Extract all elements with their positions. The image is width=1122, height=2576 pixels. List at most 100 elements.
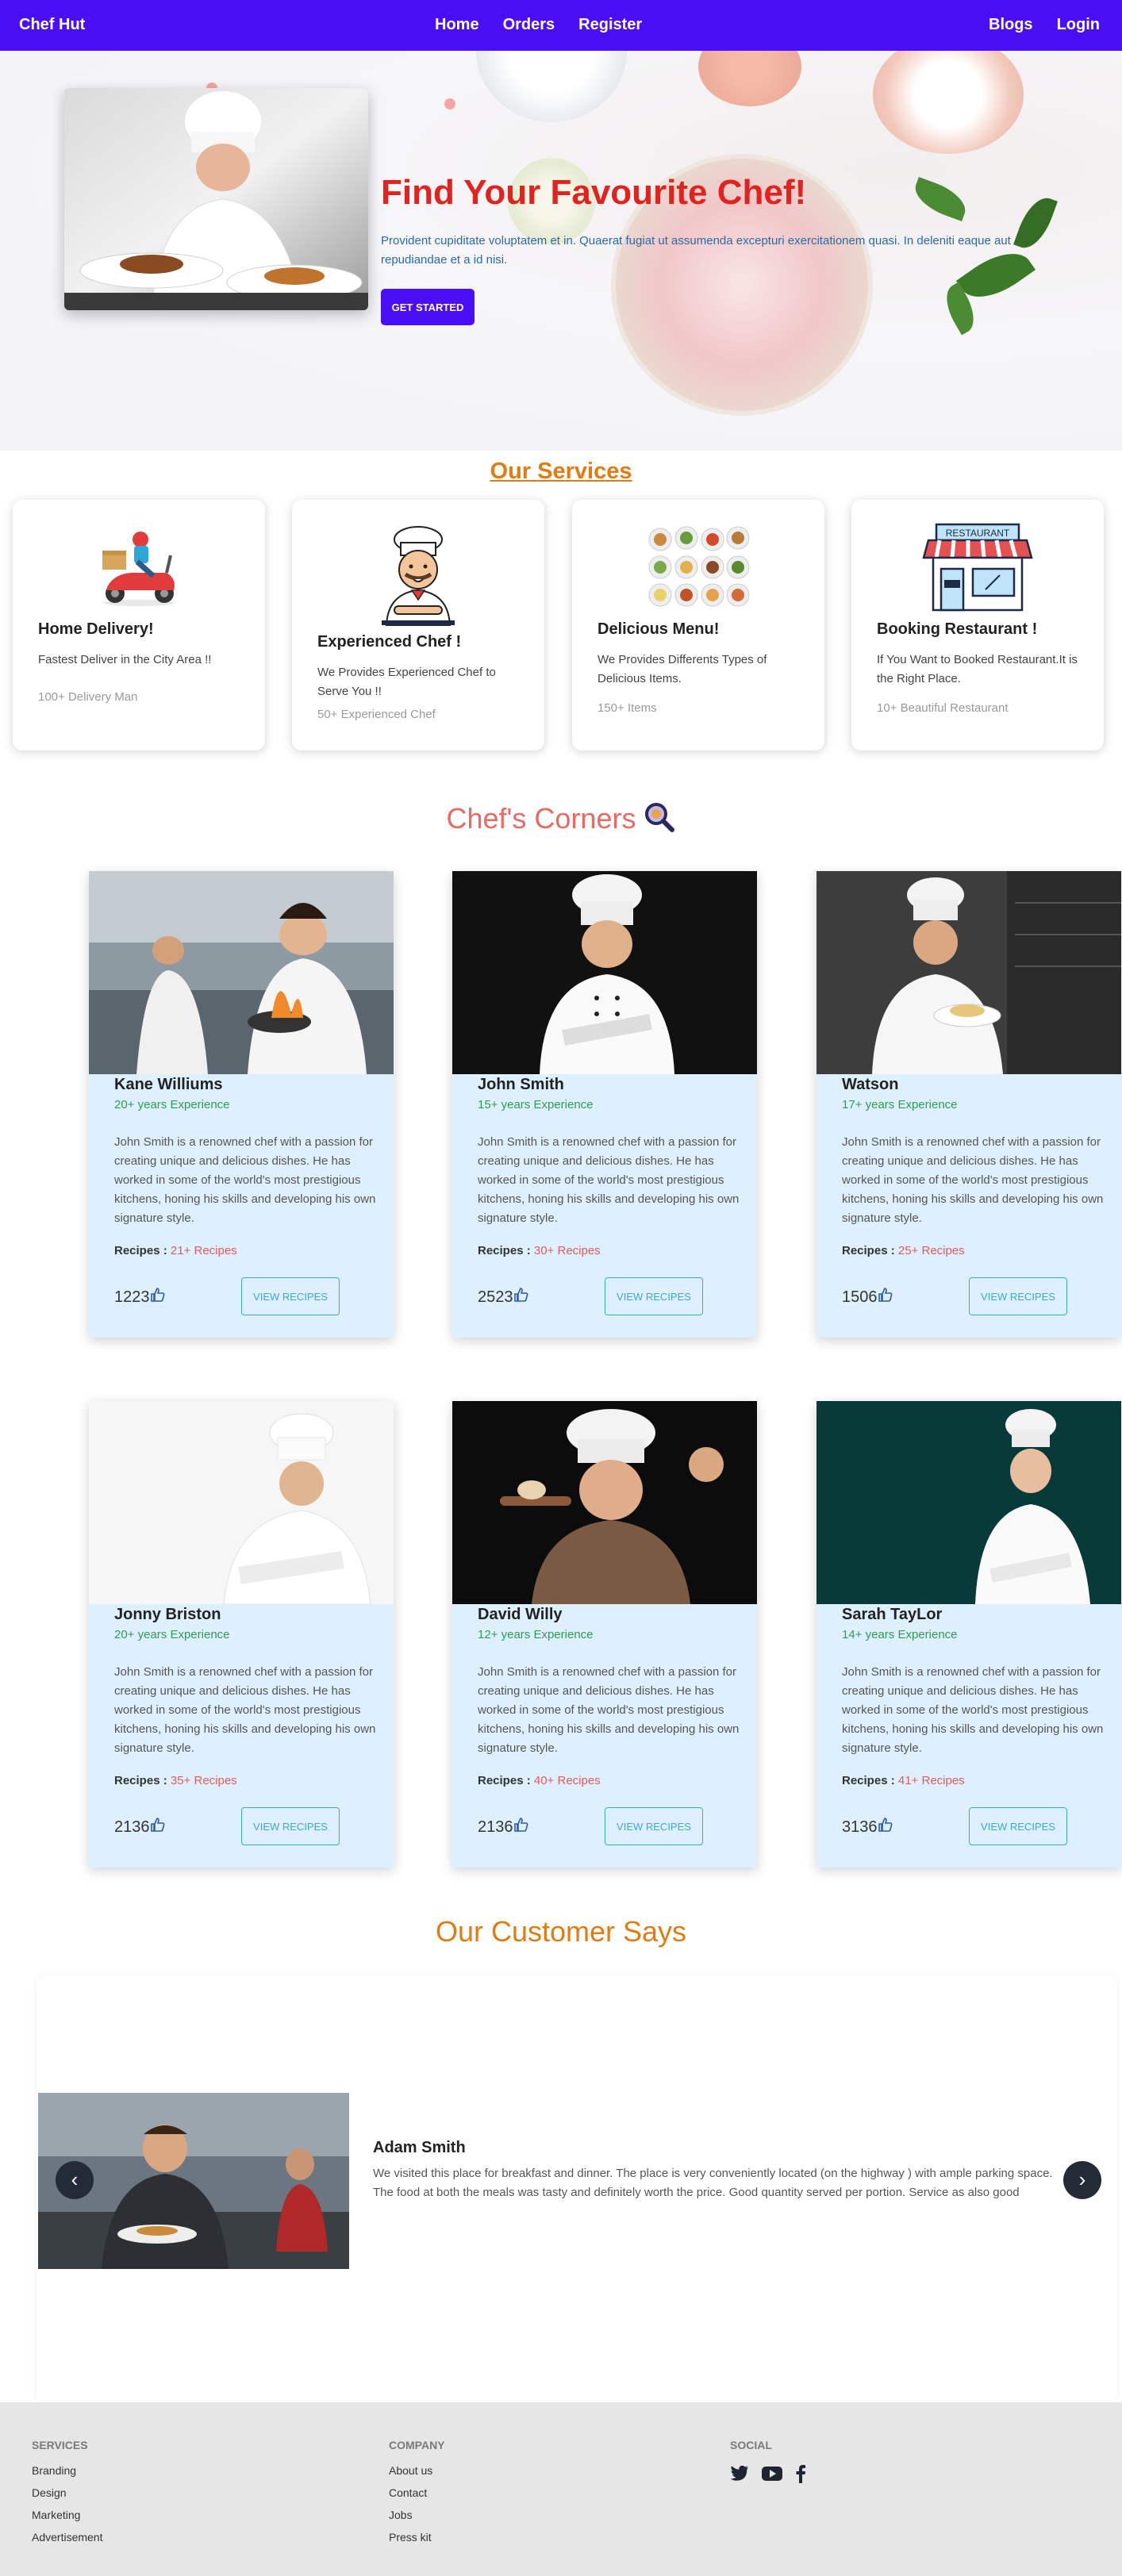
customer-name: Adam Smith	[373, 2139, 466, 2156]
footer-link-about[interactable]: About us	[389, 2464, 445, 2477]
chef-bio: John Smith is a renowned chef with a pas…	[842, 1135, 1104, 1225]
chef-card: Watson 17+ years Experience John Smith i…	[817, 871, 1121, 1338]
nav-home[interactable]: Home	[435, 16, 479, 34]
footer-link-contact[interactable]: Contact	[389, 2486, 445, 2499]
delivery-scooter-icon	[13, 524, 265, 611]
service-title: Experienced Chef !	[317, 633, 462, 651]
hero-bg-bowl	[873, 51, 1024, 154]
chef-likes: 2523	[478, 1287, 529, 1307]
recipes-count: 35+ Recipes	[170, 1774, 237, 1787]
hero-description: Provident cupiditate voluptatem et in. Q…	[381, 234, 1011, 267]
carousel-prev-button[interactable]: ‹	[56, 2161, 94, 2199]
nav-login[interactable]: Login	[1057, 16, 1100, 34]
chef-bio: John Smith is a renowned chef with a pas…	[478, 1665, 740, 1755]
thumbs-up-icon[interactable]	[878, 1817, 893, 1837]
testimonials-title: Our Customer Says	[435, 1915, 687, 1948]
get-started-button[interactable]: GET STARTED	[381, 289, 475, 325]
view-recipes-button[interactable]: VIEW RECIPES	[605, 1807, 703, 1845]
chef-photo	[89, 1401, 394, 1604]
chef-name: Jonny Briston	[114, 1606, 221, 1623]
recipes-label: Recipes :	[114, 1244, 167, 1257]
footer-services: SERVICES Branding Design Marketing Adver…	[32, 2439, 102, 2553]
service-title: Home Delivery!	[38, 620, 154, 638]
chefs-title-text: Chef's Corners	[446, 802, 636, 835]
chef-photo	[452, 871, 757, 1074]
facebook-icon[interactable]	[795, 2464, 806, 2486]
chef-name: Kane Williums	[114, 1076, 223, 1093]
chef-name: Sarah TayLor	[842, 1606, 943, 1623]
service-card-booking: RESTAURANT Booking Restaurant ! If You W…	[851, 500, 1104, 751]
nav-register[interactable]: Register	[578, 16, 642, 34]
chef-card: Kane Williums 20+ years Experience John …	[89, 871, 394, 1338]
recipes-count: 41+ Recipes	[897, 1774, 965, 1787]
chef-bio: John Smith is a renowned chef with a pas…	[114, 1665, 376, 1755]
likes-count: 1506	[842, 1288, 878, 1306]
view-recipes-button[interactable]: VIEW RECIPES	[605, 1277, 703, 1315]
view-recipes-button[interactable]: VIEW RECIPES	[241, 1277, 340, 1315]
recipes-count: 21+ Recipes	[170, 1244, 237, 1257]
hero-title: Find Your Favourite Chef!	[381, 173, 807, 212]
services-title: Our Services	[490, 459, 632, 484]
chef-card: Sarah TayLor 14+ years Experience John S…	[817, 1401, 1121, 1868]
thumbs-up-icon[interactable]	[150, 1817, 166, 1837]
service-stat: 100+ Delivery Man	[38, 690, 138, 704]
service-stat: 50+ Experienced Chef	[317, 708, 436, 721]
chef-experience: 20+ years Experience	[114, 1628, 230, 1641]
customer-review: We visited this place for breakfast and …	[373, 2167, 1053, 2199]
thumbs-up-icon[interactable]	[878, 1287, 893, 1307]
main-nav: Home Orders Register	[435, 16, 642, 34]
service-title: Booking Restaurant !	[877, 620, 1038, 638]
navbar: Chef Hut Home Orders Register Blogs Logi…	[0, 0, 1122, 51]
footer-link-jobs[interactable]: Jobs	[389, 2509, 445, 2521]
chef-photo	[89, 871, 394, 1074]
recipes-count: 25+ Recipes	[897, 1244, 965, 1257]
chef-recipes: Recipes : 41+ Recipes	[842, 1774, 965, 1787]
carousel-next-button[interactable]: ›	[1063, 2161, 1101, 2199]
nav-blogs[interactable]: Blogs	[989, 16, 1033, 34]
chef-recipes: Recipes : 35+ Recipes	[114, 1774, 237, 1787]
chef-recipes: Recipes : 30+ Recipes	[478, 1244, 601, 1257]
recipes-label: Recipes :	[842, 1774, 895, 1787]
footer-link-branding[interactable]: Branding	[32, 2464, 102, 2477]
youtube-icon[interactable]	[762, 2466, 782, 2484]
chef-likes: 2136	[114, 1817, 166, 1837]
chef-likes: 3136	[842, 1817, 893, 1837]
footer: SERVICES Branding Design Marketing Adver…	[0, 2402, 1122, 2576]
thumbs-up-icon[interactable]	[513, 1817, 529, 1837]
brand-logo[interactable]: Chef Hut	[19, 16, 85, 34]
chef-photo	[817, 1401, 1121, 1604]
magnifier-icon	[644, 801, 675, 840]
thumbs-up-icon[interactable]	[150, 1287, 166, 1307]
chef-name: Watson	[842, 1076, 899, 1093]
service-title: Delicious Menu!	[598, 620, 720, 638]
hero-bg-bowl	[476, 51, 627, 122]
chef-experience: 12+ years Experience	[478, 1628, 594, 1641]
footer-link-design[interactable]: Design	[32, 2486, 102, 2499]
service-stat: 10+ Beautiful Restaurant	[877, 701, 1009, 715]
footer-social: SOCIAL	[730, 2439, 806, 2495]
social-icons	[730, 2464, 806, 2495]
view-recipes-button[interactable]: VIEW RECIPES	[969, 1277, 1067, 1315]
recipes-count: 30+ Recipes	[533, 1244, 601, 1257]
twitter-icon[interactable]	[730, 2465, 749, 2485]
nav-orders[interactable]: Orders	[503, 16, 555, 34]
likes-count: 2523	[478, 1288, 513, 1306]
hero-chef-image	[64, 88, 368, 310]
chef-experience: 20+ years Experience	[114, 1098, 230, 1111]
chef-name: John Smith	[478, 1076, 564, 1093]
footer-heading: SOCIAL	[730, 2439, 772, 2451]
chef-bio: John Smith is a renowned chef with a pas…	[842, 1665, 1104, 1755]
view-recipes-button[interactable]: VIEW RECIPES	[241, 1807, 340, 1845]
service-card-chef: Experienced Chef ! We Provides Experienc…	[292, 500, 544, 751]
chef-experience: 17+ years Experience	[842, 1098, 958, 1111]
chef-recipes: Recipes : 25+ Recipes	[842, 1244, 965, 1257]
hero-bg-petal	[444, 98, 455, 109]
footer-link-marketing[interactable]: Marketing	[32, 2509, 102, 2521]
chef-photo	[452, 1401, 757, 1604]
service-description: We Provides Differents Types of Deliciou…	[598, 653, 767, 685]
view-recipes-button[interactable]: VIEW RECIPES	[969, 1807, 1067, 1845]
footer-link-advertisement[interactable]: Advertisement	[32, 2531, 102, 2543]
thumbs-up-icon[interactable]	[513, 1287, 529, 1307]
footer-link-press-kit[interactable]: Press kit	[389, 2531, 445, 2543]
chef-name: David Willy	[478, 1606, 563, 1623]
